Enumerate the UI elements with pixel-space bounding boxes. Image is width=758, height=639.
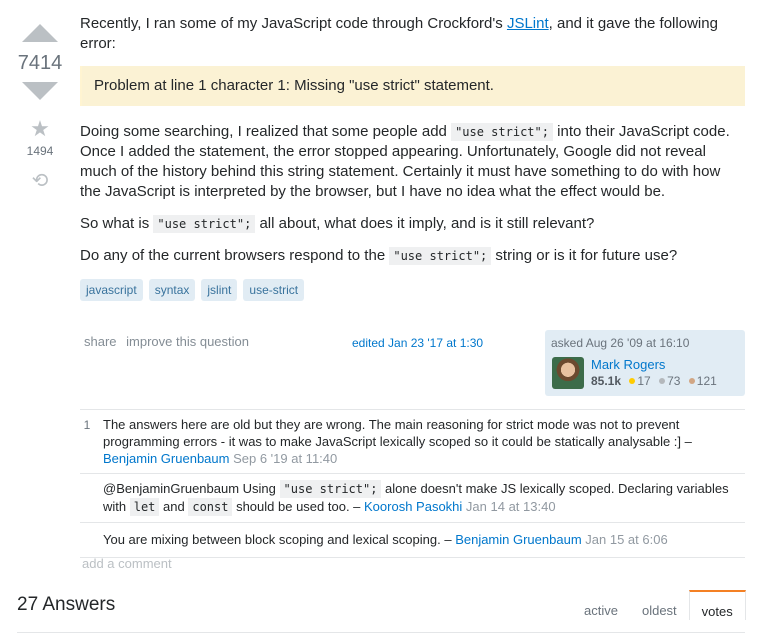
tag-syntax[interactable]: syntax	[148, 279, 196, 301]
history-icon[interactable]: ⟲	[0, 168, 80, 193]
silver-badge-icon	[659, 378, 666, 385]
comment: You are mixing between block scoping and…	[80, 523, 745, 558]
question-intro: Recently, I ran some of my JavaScript co…	[80, 15, 718, 52]
tag-list: javascript syntax jslint use-strict	[80, 279, 305, 301]
divider	[17, 632, 745, 633]
comment-list: 1 The answers here are old but they are …	[80, 409, 745, 558]
post-menu: share improve this question	[84, 334, 255, 349]
inline-code: "use strict";	[389, 247, 492, 265]
comment-date[interactable]: Jan 14 at 13:40	[466, 499, 556, 514]
tab-votes[interactable]: votes	[688, 590, 746, 620]
comment-user[interactable]: Benjamin Gruenbaum	[455, 532, 581, 547]
edited-link[interactable]: edited Jan 23 '17 at 1:30	[352, 336, 483, 350]
downvote-arrow-icon[interactable]	[22, 82, 58, 100]
answers-heading: 27 Answers	[17, 594, 116, 615]
comment-user[interactable]: Benjamin Gruenbaum	[103, 451, 229, 466]
comment-date[interactable]: Jan 15 at 6:06	[585, 532, 667, 547]
question-paragraph: Do any of the current browsers respond t…	[80, 247, 678, 265]
question-body: Recently, I ran some of my JavaScript co…	[80, 14, 745, 278]
tag-jslint[interactable]: jslint	[201, 279, 238, 301]
inline-code: "use strict";	[153, 215, 256, 233]
comment: 1 The answers here are old but they are …	[80, 410, 745, 474]
owner-reputation: 85.1k 17 73 121	[591, 374, 717, 388]
comment-date[interactable]: Sep 6 '19 at 11:40	[233, 451, 337, 466]
bronze-badge-icon	[688, 378, 695, 385]
vote-count: 7414	[17, 52, 63, 74]
asked-date: asked Aug 26 '09 at 16:10	[551, 336, 690, 350]
owner-card: asked Aug 26 '09 at 16:10 Mark Rogers 85…	[545, 330, 745, 396]
inline-code: "use strict";	[451, 123, 553, 141]
comment-user[interactable]: Koorosh Pasokhi	[364, 499, 462, 514]
jslint-link[interactable]: JSLint	[507, 15, 549, 32]
gold-badge-icon	[629, 378, 636, 385]
question-paragraph: So what is "use strict"; all about, what…	[80, 215, 595, 233]
vote-cell: 7414 ★ 1494 ⟲	[0, 18, 80, 193]
upvote-arrow-icon[interactable]	[22, 24, 58, 42]
tab-oldest[interactable]: oldest	[630, 590, 689, 620]
comment: @BenjaminGruenbaum Using "use strict"; a…	[80, 474, 745, 523]
owner-name[interactable]: Mark Rogers	[591, 357, 665, 372]
add-comment-link[interactable]: add a comment	[82, 556, 172, 571]
tag-javascript[interactable]: javascript	[80, 279, 143, 301]
tab-active[interactable]: active	[572, 590, 630, 620]
error-blockquote: Problem at line 1 character 1: Missing "…	[80, 66, 745, 106]
favorite-star-icon[interactable]: ★	[0, 118, 80, 140]
answer-sort-tabs: active oldest votes	[572, 590, 746, 620]
tag-use-strict[interactable]: use-strict	[243, 279, 305, 301]
question-paragraph: Doing some searching, I realized that so…	[80, 123, 730, 200]
improve-question-link[interactable]: improve this question	[126, 334, 249, 349]
share-link[interactable]: share	[84, 334, 117, 349]
avatar[interactable]	[552, 357, 584, 389]
comment-score: 1	[83, 418, 91, 432]
favorite-count: 1494	[26, 144, 54, 158]
